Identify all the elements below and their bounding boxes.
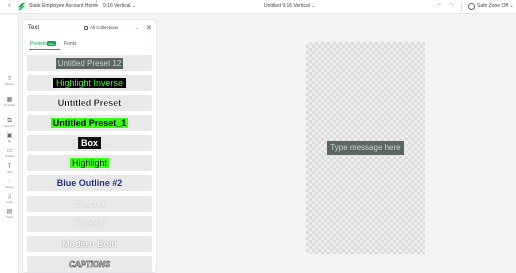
brand-logo-icon[interactable]: [17, 2, 26, 11]
sidebar-item-text[interactable]: T Text: [0, 164, 19, 177]
text-panel: Text All Collections ⌄ ✕ Presets New Fon…: [22, 19, 157, 273]
chevron-left-icon[interactable]: ‹: [8, 2, 10, 9]
canvas-text-element[interactable]: Type message here: [327, 141, 404, 155]
sidebar-item-label: Audio: [6, 201, 13, 204]
preset-card[interactable]: Classic: [27, 216, 152, 232]
preset-card[interactable]: Highlight: [27, 155, 152, 171]
sidebar-item-label: Bg: [7, 140, 12, 143]
canvas-size-label: 9:16 Vertical: [103, 3, 131, 9]
preset-label: Modern Bold: [62, 239, 117, 249]
active-tab-indicator: [29, 49, 60, 50]
design-title-dropdown[interactable]: Untitled 9:16 Vertical ⌄: [264, 3, 315, 9]
audio-icon: ♫: [7, 194, 12, 200]
redo-icon[interactable]: ↷: [449, 2, 454, 9]
preset-card[interactable]: Blue Outline #2: [27, 175, 152, 191]
preset-label: Untitled Preset_1: [50, 118, 129, 128]
chevron-down-icon[interactable]: ⌄: [135, 25, 138, 30]
sidebar-item-label: Templates: [3, 104, 16, 107]
preset-card[interactable]: Modern Bold: [27, 236, 152, 252]
sidebar-item-label: Brand: [6, 216, 13, 219]
preset-label: Highlight Inverse: [52, 78, 127, 88]
sidebar-item-audio[interactable]: ♫ Audio: [0, 194, 19, 207]
elements-icon: ⧉: [7, 118, 12, 124]
sidebar-item-label: Text: [7, 171, 12, 174]
sidebar-item-templates[interactable]: ▦ Templates: [0, 97, 19, 110]
sidebar-item-subtitles[interactable]: ▭ Subtitles: [0, 148, 19, 161]
preset-card[interactable]: CAPTIONS: [27, 256, 152, 272]
sidebar-item-label: Stickers: [5, 186, 14, 189]
preset-card[interactable]: Highlight Inverse: [27, 75, 152, 91]
preset-card[interactable]: Untitled Preset_1: [27, 115, 152, 131]
preset-card[interactable]: Box: [27, 135, 152, 151]
background-icon: ▣: [6, 133, 13, 139]
chevron-down-icon: ⌄: [509, 3, 514, 9]
preset-label: Highlight: [69, 158, 110, 168]
top-bar: ‹ State Employee Account Home / 9:16 Ver…: [0, 0, 516, 14]
new-badge: New: [47, 41, 57, 46]
sidebar-item-bg[interactable]: ▣ Bg: [0, 133, 19, 146]
chevron-down-icon: ⌄: [131, 3, 137, 9]
chevron-down-icon: ⌄: [311, 3, 316, 9]
preset-label: Elegant: [73, 199, 106, 209]
upload-icon: ⇧: [6, 76, 13, 82]
safe-zone-dropdown[interactable]: Safe Zone Off ⌄: [477, 3, 514, 9]
tab-presets[interactable]: Presets: [30, 41, 47, 47]
safe-zone-label: Safe Zone Off: [477, 3, 509, 9]
preset-label: Untitled Preset: [57, 98, 122, 108]
design-title: Untitled 9:16 Vertical: [264, 3, 310, 9]
breadcrumb-separator: /: [95, 1, 97, 8]
sidebar-item-brand[interactable]: ▤ Brand: [0, 209, 19, 222]
sidebar-item-label: Elements: [4, 125, 15, 128]
close-icon[interactable]: ✕: [146, 24, 152, 32]
preset-label: Classic: [73, 219, 106, 229]
canvas-size-dropdown[interactable]: 9:16 Vertical ⌄: [103, 3, 136, 9]
sidebar-item-uploads[interactable]: ⇧ Uploads: [0, 76, 19, 89]
subtitles-icon: ▭: [6, 148, 13, 154]
preset-label: Box: [77, 137, 101, 149]
safe-zone-icon[interactable]: [468, 3, 475, 10]
collection-icon: [84, 25, 88, 30]
left-sidebar: ⇧ Uploads ▦ Templates ⧉ Elements ▣ Bg ▭ …: [0, 15, 19, 273]
project-link[interactable]: State Employee Account Home: [29, 3, 98, 9]
preset-label: Blue Outline #2: [56, 178, 123, 188]
tab-fonts[interactable]: Fonts: [64, 41, 77, 47]
sidebar-item-label: Uploads: [4, 83, 15, 86]
preset-label: CAPTIONS: [68, 259, 111, 269]
sidebar-item-label: Subtitles: [4, 155, 15, 158]
collections-dropdown[interactable]: All Collections: [84, 25, 118, 30]
undo-icon[interactable]: ↶: [437, 2, 442, 9]
sidebar-item-elements[interactable]: ⧉ Elements: [0, 118, 19, 131]
panel-title: Text: [28, 25, 40, 31]
divider: [461, 3, 462, 11]
preset-card[interactable]: Untitled Preset 12: [27, 55, 152, 71]
collections-label: All Collections: [90, 25, 119, 30]
preset-card[interactable]: Elegant: [27, 196, 152, 212]
templates-icon: ▦: [6, 97, 13, 103]
brand-kit-icon: ▤: [6, 209, 13, 215]
text-icon: T: [7, 164, 12, 170]
preset-label: Untitled Preset 12: [55, 57, 124, 69]
sticker-icon: ◌: [7, 179, 12, 185]
sidebar-item-stickers[interactable]: ◌ Stickers: [0, 179, 19, 192]
preset-card[interactable]: Untitled Preset: [27, 95, 152, 111]
